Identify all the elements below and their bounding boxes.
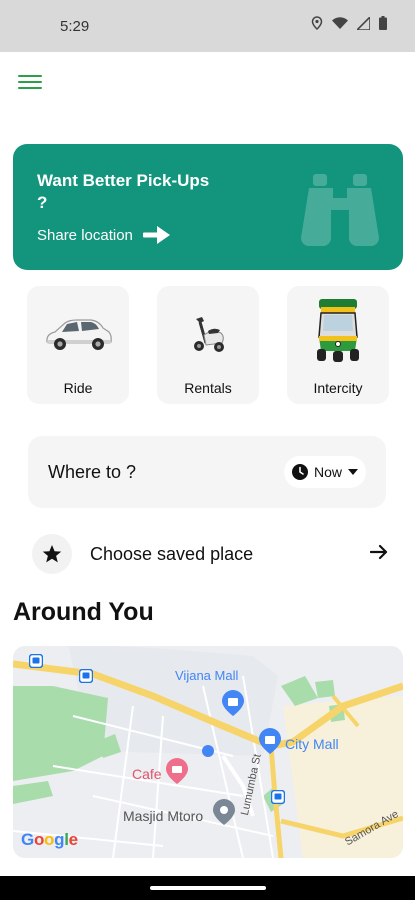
shopping-pin-icon[interactable]: [259, 728, 281, 754]
time-option-label: Now: [313, 464, 342, 480]
map-label-vijana-mall: Vijana Mall: [175, 668, 239, 683]
clock-icon: [291, 464, 308, 480]
service-rentals-label: Rentals: [184, 380, 232, 396]
binoculars-icon: [301, 174, 379, 246]
signal-icon: [357, 16, 370, 30]
banner-title: Want Better Pick-Ups ?: [37, 171, 210, 212]
shopping-pin-icon[interactable]: [222, 690, 244, 716]
map-label-cafe: Cafe: [132, 766, 162, 782]
star-icon: [32, 534, 72, 574]
map-view[interactable]: Vijana Mall City Mall Cafe Masjid Mtoro …: [13, 646, 403, 858]
share-location-link[interactable]: Share location: [37, 226, 171, 244]
choose-saved-place[interactable]: Choose saved place: [28, 532, 398, 578]
service-intercity[interactable]: Intercity: [287, 286, 389, 404]
wifi-icon: [332, 16, 348, 29]
saved-place-label: Choose saved place: [90, 544, 254, 564]
where-to-label: Where to ?: [48, 462, 137, 482]
bus-stop-icon[interactable]: [79, 669, 93, 683]
status-bar: 5:29: [0, 0, 415, 52]
google-logo: Google: [21, 830, 78, 849]
service-intercity-label: Intercity: [313, 380, 363, 396]
bus-stop-icon[interactable]: [29, 654, 43, 668]
scooter-icon: [194, 317, 224, 352]
map-label-masjid: Masjid Mtoro: [123, 808, 204, 824]
auto-rickshaw-icon: [317, 299, 359, 362]
map-label-city-mall: City Mall: [285, 736, 339, 752]
share-location-banner[interactable]: Want Better Pick-Ups ? Share location: [13, 144, 403, 270]
schedule-time-selector[interactable]: Now: [284, 456, 366, 488]
around-you-heading: Around You: [13, 598, 154, 626]
share-location-label: Share location: [37, 226, 133, 244]
arrow-right-icon: [142, 226, 170, 244]
current-location-dot: [202, 745, 214, 757]
service-ride[interactable]: Ride: [27, 286, 129, 404]
menu-icon[interactable]: [18, 72, 42, 92]
food-pin-icon[interactable]: [166, 758, 188, 784]
app-bar: [0, 52, 415, 112]
system-navigation-bar: [0, 876, 415, 900]
battery-icon: [379, 16, 387, 30]
where-to-search[interactable]: Where to ? Now: [28, 436, 386, 508]
location-icon: [311, 16, 323, 30]
place-of-worship-pin-icon[interactable]: [213, 799, 235, 825]
service-ride-label: Ride: [63, 380, 93, 396]
bus-stop-icon[interactable]: [271, 790, 285, 804]
car-icon: [46, 319, 112, 350]
status-icons: [311, 16, 387, 30]
chevron-down-icon: [348, 469, 358, 475]
arrow-forward-icon: [370, 544, 388, 560]
service-rentals[interactable]: Rentals: [157, 286, 259, 404]
status-time: 5:29: [60, 18, 90, 35]
home-gesture-handle[interactable]: [150, 886, 266, 890]
